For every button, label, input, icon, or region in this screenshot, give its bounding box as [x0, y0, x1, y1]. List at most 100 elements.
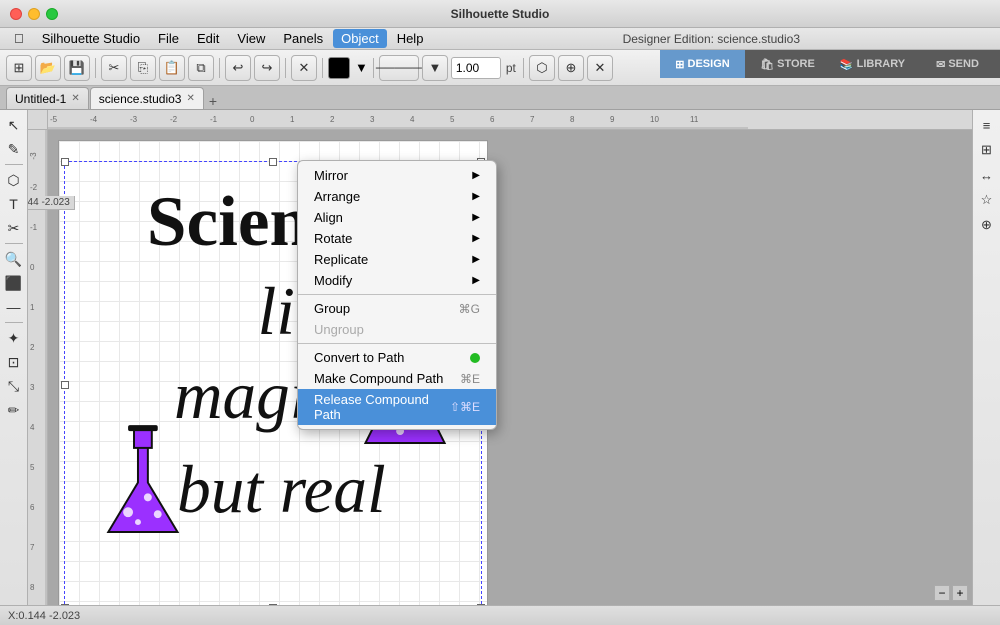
- handle-top-mid[interactable]: [269, 158, 277, 166]
- nodes-btn[interactable]: ⬡: [529, 55, 555, 81]
- menu-align[interactable]: Align ▶: [298, 207, 496, 228]
- menu-align-arrow: ▶: [472, 212, 480, 223]
- rp-btn-3[interactable]: ↔: [976, 164, 998, 186]
- zoom-in[interactable]: +: [952, 585, 968, 601]
- svg-text:0: 0: [250, 115, 255, 124]
- maximize-button[interactable]: [46, 8, 58, 20]
- menu-panels[interactable]: Panels: [275, 29, 331, 48]
- menu-edit[interactable]: Edit: [189, 29, 227, 48]
- line-dropdown[interactable]: ▼: [422, 55, 448, 81]
- menu-object[interactable]: Object: [333, 29, 387, 48]
- tab-untitled[interactable]: Untitled-1 ✕: [6, 87, 89, 109]
- tabs-row: Untitled-1 ✕ science.studio3 ✕ +: [0, 86, 1000, 110]
- ruler-horizontal: -5 -4 -3 -2 -1 0 1 2 3 4 5 6 7 8 9 10 11: [48, 110, 972, 130]
- menu-ungroup: Ungroup: [298, 319, 496, 340]
- handle-top-left[interactable]: [61, 158, 69, 166]
- delete-button[interactable]: ✕: [291, 55, 317, 81]
- rp-btn-5[interactable]: ⊕: [976, 214, 998, 236]
- rp-btn-2[interactable]: ⊞: [976, 139, 998, 161]
- svg-text:-4: -4: [90, 115, 98, 124]
- svg-text:5: 5: [30, 463, 35, 472]
- svg-text:0: 0: [30, 263, 35, 272]
- zoom-tool[interactable]: 🔍: [3, 248, 25, 270]
- statusbar: X:0.144 -2.023: [0, 605, 1000, 625]
- menu-make-compound[interactable]: Make Compound Path ⌘E: [298, 368, 496, 389]
- line-style-btn[interactable]: ─────: [379, 55, 419, 81]
- tab-science[interactable]: science.studio3 ✕: [90, 87, 204, 109]
- svg-text:-3: -3: [29, 152, 38, 160]
- star-tool[interactable]: ✦: [3, 327, 25, 349]
- redo-button[interactable]: ↪: [254, 55, 280, 81]
- menu-modify[interactable]: Modify ▶: [298, 270, 496, 291]
- paste-special-button[interactable]: ⧉: [188, 55, 214, 81]
- ruler-corner: [28, 110, 48, 130]
- svg-text:but real: but real: [177, 452, 386, 527]
- store-icon: 🛍: [760, 58, 774, 71]
- save-button[interactable]: 💾: [64, 55, 90, 81]
- close-btn2[interactable]: ✕: [587, 55, 613, 81]
- lt-sep1: [5, 164, 23, 165]
- new-button[interactable]: ⊞: [6, 55, 32, 81]
- draw-tool[interactable]: ✎: [3, 138, 25, 160]
- menu-release-compound[interactable]: Release Compound Path ⇧⌘E: [298, 389, 496, 425]
- paste-button[interactable]: 📋: [159, 55, 185, 81]
- svg-text:-5: -5: [50, 115, 58, 124]
- menubar:  Silhouette Studio File Edit View Panel…: [0, 28, 1000, 50]
- cut-button[interactable]: ✂: [101, 55, 127, 81]
- menu-rotate[interactable]: Rotate ▶: [298, 228, 496, 249]
- right-panel: ≡ ⊞ ↔ ☆ ⊕: [972, 110, 1000, 605]
- tab-store[interactable]: 🛍 STORE: [745, 50, 830, 78]
- crop-tool[interactable]: ⊡: [3, 351, 25, 373]
- line-tool[interactable]: —: [3, 296, 25, 318]
- svg-text:-1: -1: [30, 223, 38, 232]
- shape-tool[interactable]: ⬡: [3, 169, 25, 191]
- send-icon: ✉: [936, 58, 945, 71]
- rp-btn-4[interactable]: ☆: [976, 189, 998, 211]
- eraser-tool[interactable]: ✂: [3, 217, 25, 239]
- menu-help[interactable]: Help: [389, 29, 432, 48]
- coord-status: X:0.144 -2.023: [8, 610, 80, 622]
- svg-text:-1: -1: [210, 115, 218, 124]
- svg-text:1: 1: [290, 115, 295, 124]
- text-tool[interactable]: T: [3, 193, 25, 215]
- tab-library[interactable]: 📚 LIBRARY: [830, 50, 915, 78]
- menu-view[interactable]: View: [229, 29, 273, 48]
- transform-tool[interactable]: ⤡: [3, 375, 25, 397]
- minimize-button[interactable]: [28, 8, 40, 20]
- canvas-area: -5 -4 -3 -2 -1 0 1 2 3 4 5 6 7 8 9 10 11: [28, 110, 972, 605]
- svg-text:-3: -3: [130, 115, 138, 124]
- close-button[interactable]: [10, 8, 22, 20]
- menu-file[interactable]: File: [150, 29, 187, 48]
- menu-replicate[interactable]: Replicate ▶: [298, 249, 496, 270]
- tab-untitled-close[interactable]: ✕: [71, 93, 79, 104]
- tab-science-close[interactable]: ✕: [186, 93, 194, 104]
- menu-mirror[interactable]: Mirror ▶: [298, 165, 496, 186]
- rp-btn-1[interactable]: ≡: [976, 114, 998, 136]
- color-picker[interactable]: [328, 57, 350, 79]
- stroke-width-input[interactable]: [451, 57, 501, 79]
- version-label: Designer Edition: science.studio3: [623, 32, 800, 46]
- svg-text:10: 10: [650, 115, 659, 124]
- menu-arrange[interactable]: Arrange ▶: [298, 186, 496, 207]
- svg-text:4: 4: [410, 115, 415, 124]
- copy-button[interactable]: ⎘: [130, 55, 156, 81]
- undo-button[interactable]: ↩: [225, 55, 251, 81]
- tab-design[interactable]: ⊞ DESIGN: [660, 50, 745, 78]
- new-tab-button[interactable]: +: [205, 93, 221, 109]
- open-button[interactable]: 📂: [35, 55, 61, 81]
- menu-convert-path[interactable]: Convert to Path: [298, 347, 496, 368]
- menu-group[interactable]: Group ⌘G: [298, 298, 496, 319]
- menu-app[interactable]: Silhouette Studio: [34, 29, 148, 48]
- tab-send[interactable]: ✉ SEND: [915, 50, 1000, 78]
- menu-modify-arrow: ▶: [472, 275, 480, 286]
- fill-tool[interactable]: ⬛: [3, 272, 25, 294]
- color-dropdown[interactable]: ▼: [355, 60, 368, 75]
- sep1: [95, 58, 96, 78]
- transform-btn[interactable]: ⊕: [558, 55, 584, 81]
- right-panel-tabs: ⊞ DESIGN 🛍 STORE 📚 LIBRARY ✉ SEND: [660, 50, 1000, 78]
- app-name: Silhouette Studio: [451, 7, 550, 21]
- zoom-out[interactable]: −: [934, 585, 950, 601]
- menu-apple[interactable]: : [6, 29, 32, 48]
- pen-tool[interactable]: ✏: [3, 399, 25, 421]
- select-tool[interactable]: ↖: [3, 114, 25, 136]
